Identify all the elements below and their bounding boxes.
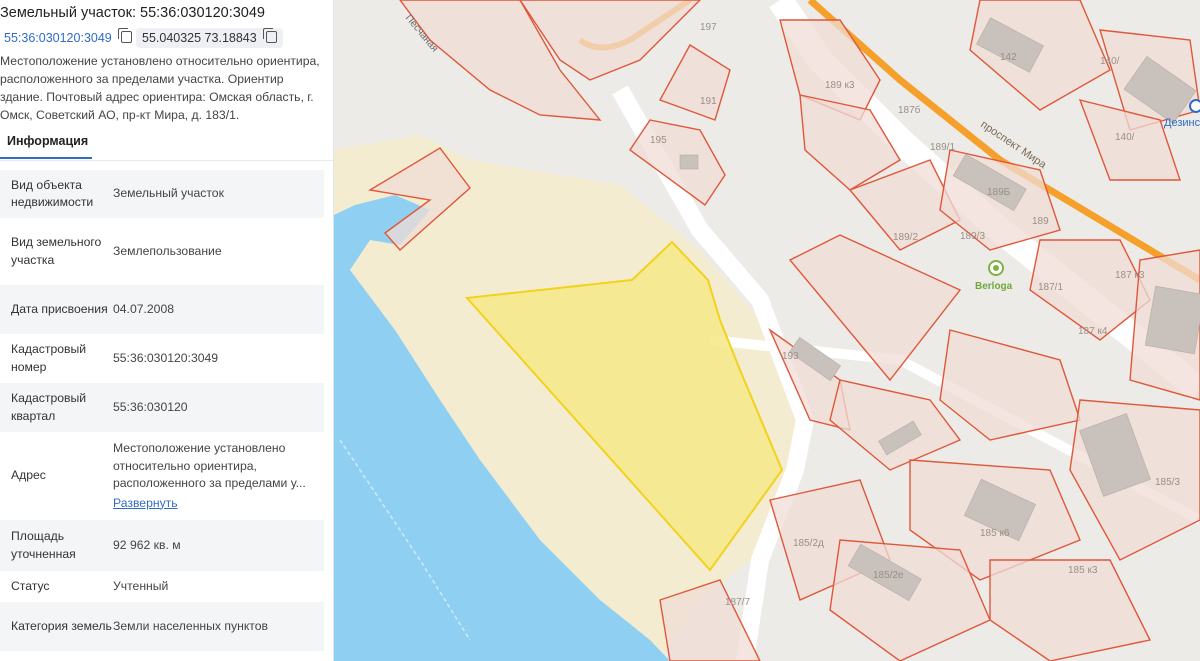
cadastral-number-chip[interactable]: 55:36:030120:3049 [0, 28, 136, 48]
row-value: Земли населенных пунктов [113, 618, 268, 633]
house-number: 185 к3 [1068, 565, 1098, 576]
house-number: 191 [700, 96, 717, 107]
property-row: Кадастровый квартал 55:36:030120 [0, 383, 324, 432]
row-value: 55:36:030120 [113, 399, 188, 414]
row-label: Статус [11, 578, 50, 593]
house-number: 187б [898, 104, 921, 116]
house-number: 189/2 [893, 232, 918, 243]
poi-dezins-marker [1189, 99, 1200, 113]
copy-icon[interactable] [263, 28, 278, 43]
property-row: Адрес Местоположение установлено относит… [0, 432, 324, 520]
row-value: Местоположение установлено относительно … [113, 441, 306, 490]
building [679, 154, 699, 170]
row-label: Дата присвоения [11, 301, 108, 316]
row-label: Категория земель [11, 618, 112, 633]
house-number: 189/1 [930, 142, 955, 153]
poi-label-berloga: Berloga [975, 281, 1013, 292]
row-label: Вид земельного участка [11, 235, 102, 267]
row-value: 55:36:030120:3049 [113, 350, 219, 365]
row-label: Площадь уточненная [11, 529, 76, 561]
coordinates-chip[interactable]: 55.040325 73.18843 [136, 28, 284, 48]
house-number: 193 [782, 351, 799, 362]
poi-berloga-marker [988, 260, 1004, 276]
house-number: 187 к4 [1078, 326, 1108, 337]
house-number: 140/ [1100, 56, 1120, 67]
row-value-wrap: Местоположение установлено относительно … [113, 440, 324, 512]
row-value: Землепользование [113, 243, 222, 258]
property-row: Кадастровый номер 55:36:030120:3049 [0, 334, 324, 383]
house-number: 189 [1032, 216, 1049, 227]
cadastral-map[interactable]: 191 195 197 142 140/ 140/ 189 к3 187б 18… [334, 0, 1200, 661]
row-label: Кадастровый квартал [11, 391, 87, 423]
tab-divider [0, 160, 333, 161]
house-number: 187 к3 [1115, 270, 1145, 281]
row-value: Учтенный [113, 578, 169, 593]
location-description: Местоположение установлено относительно … [0, 54, 320, 122]
house-number: 195 [650, 135, 667, 146]
property-row: Вид объекта недвижимости Земельный участ… [0, 170, 324, 218]
tab-information[interactable]: Информация [0, 131, 92, 159]
property-row: Вид земельного участка Землепользование [0, 218, 324, 285]
row-value: Земельный участок [113, 186, 224, 201]
row-value: 92 962 кв. м [113, 537, 181, 552]
house-number: 140/ [1115, 132, 1135, 143]
house-number: 189 к3 [825, 80, 855, 91]
page-title: Земельный участок: 55:36:030120:3049 [0, 5, 265, 21]
coordinates-chip-label: 55.040325 73.18843 [142, 31, 257, 45]
house-number: 189/3 [960, 231, 985, 242]
poi-label-dezins: Дезинс [1164, 117, 1200, 129]
expand-link[interactable]: Развернуть [113, 495, 316, 513]
house-number: 185 к6 [980, 528, 1010, 539]
row-label: Вид объекта недвижимости [11, 177, 94, 210]
property-row: Площадь уточненная 92 962 кв. м [0, 520, 324, 571]
house-number: 142 [1000, 52, 1017, 63]
row-label: Кадастровый номер [11, 342, 87, 374]
row-value: 04.07.2008 [113, 301, 174, 316]
property-row: Статус Учтенный [0, 571, 324, 602]
cadastral-chip-label: 55:36:030120:3049 [4, 31, 112, 45]
house-number: 185/2д [793, 538, 824, 549]
house-number: 187/7 [725, 597, 750, 608]
house-number: 189Б [987, 187, 1011, 198]
house-number: 197 [700, 22, 717, 33]
copy-icon[interactable] [118, 28, 133, 43]
house-number: 185/2е [873, 570, 904, 581]
house-number: 185/3 [1155, 477, 1180, 488]
property-row: Категория земель Земли населенных пункто… [0, 602, 324, 651]
info-panel: Земельный участок: 55:36:030120:3049 55:… [0, 0, 334, 661]
property-row: Дата присвоения 04.07.2008 [0, 285, 324, 334]
row-label: Адрес [11, 468, 46, 483]
house-number: 187/1 [1038, 282, 1063, 293]
